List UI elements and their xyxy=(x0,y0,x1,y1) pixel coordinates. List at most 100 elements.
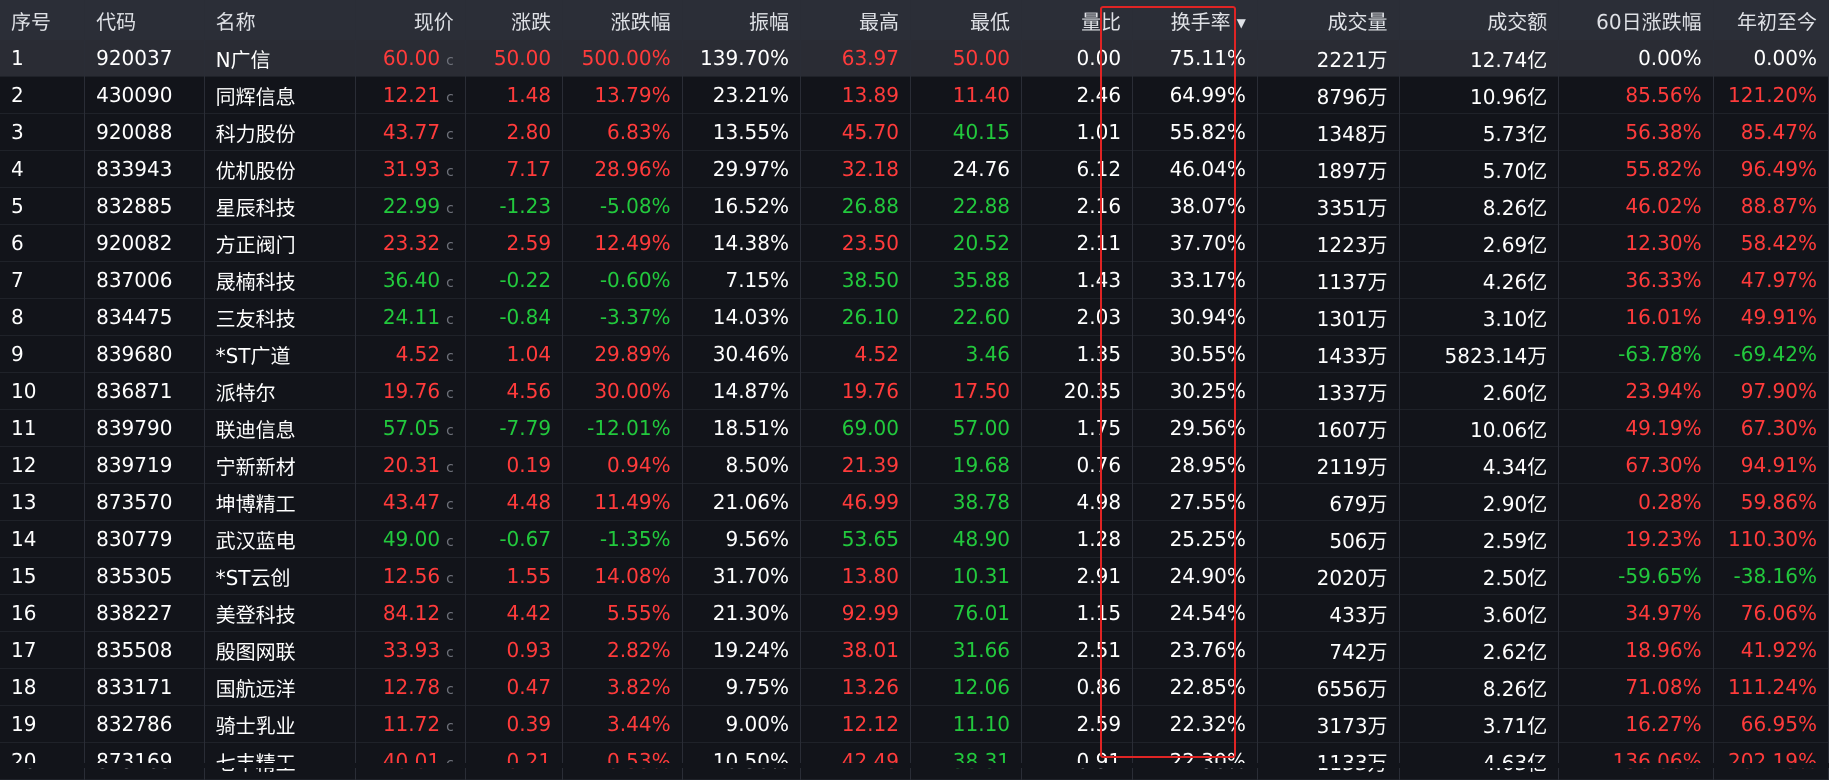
table-row[interactable]: 3 920088 科力股份 43.77 c 2.80 6.83% 13.55% 45.70 40.… xyxy=(0,113,1829,151)
cell-low-value: 48.90 xyxy=(952,527,1011,551)
cell-code: 837006 xyxy=(84,261,205,299)
col-header-volume[interactable]: 成交量 xyxy=(1257,0,1400,40)
table-row[interactable]: 9 839680 *ST广道 4.52 c 1.04 29.89% 30.46% 4.52 3.4… xyxy=(0,335,1829,373)
col-header-60d-change[interactable]: 60日涨跌幅 xyxy=(1558,0,1714,40)
cell-index-value: 7 xyxy=(11,268,24,292)
cell-low-value: 57.00 xyxy=(952,416,1011,440)
cell-high-value: 38.01 xyxy=(841,638,899,662)
col-header-high[interactable]: 最高 xyxy=(800,0,911,40)
price-tag: c xyxy=(446,349,454,365)
cell-turnover-rate-value: 75.11% xyxy=(1169,46,1246,70)
cell-volume-value: 2119万 xyxy=(1316,454,1388,479)
cell-turnover-rate: 30.55% xyxy=(1132,335,1258,373)
table-row[interactable]: 17 835508 殷图网联 33.93 c 0.93 2.82% 19.24% 38.01 31… xyxy=(0,631,1829,669)
cell-code-value: 430090 xyxy=(96,83,173,107)
table-row[interactable]: 13 873570 坤博精工 43.47 c 4.48 11.49% 21.06% 46.99 3… xyxy=(0,483,1829,521)
cell-low-value: 3.46 xyxy=(965,342,1011,366)
col-header-change-pct[interactable]: 涨跌幅 xyxy=(562,0,683,40)
table-row[interactable]: 15 835305 *ST云创 12.56 c 1.55 14.08% 31.70% 13.80… xyxy=(0,557,1829,595)
cell-price: 36.40 c xyxy=(355,261,466,299)
table-row[interactable]: 7 837006 晟楠科技 36.40 c -0.22 -0.60% 7.15% 38.50 35… xyxy=(0,261,1829,299)
table-row[interactable]: 8 834475 三友科技 24.11 c -0.84 -3.37% 14.03% 26.10 2… xyxy=(0,298,1829,336)
cell-index: 1 xyxy=(0,40,86,77)
cell-60d-change-value: 55.82% xyxy=(1625,157,1702,181)
cell-volume-ratio-value: 0.00 xyxy=(1076,46,1122,70)
cell-amount: 12.74亿 xyxy=(1399,40,1560,77)
cell-change-pct: 29.89% xyxy=(562,335,683,373)
cell-volume-value: 1337万 xyxy=(1316,380,1388,405)
table-body: 1 920037 N广信 60.00 c 50.00 500.00% 139.70% 63.97… xyxy=(0,40,1829,780)
cell-60d-change: 12.30% xyxy=(1558,224,1714,262)
col-header-turnover-rate[interactable]: 换手率 ▼ xyxy=(1132,0,1258,40)
cell-volume-ratio: 2.51 xyxy=(1021,631,1134,669)
cell-stock-name: 骑士乳业 xyxy=(204,705,356,743)
cell-code: 839680 xyxy=(84,335,205,373)
table-row[interactable]: 11 839790 联迪信息 57.05 c -7.79 -12.01% 18.51% 69.0… xyxy=(0,409,1829,447)
cell-volume-value: 8796万 xyxy=(1316,84,1388,109)
cell-amplitude-value: 139.70% xyxy=(700,46,790,70)
table-row[interactable]: 19 832786 骑士乳业 11.72 c 0.39 3.44% 9.00% 12.12 11.… xyxy=(0,705,1829,743)
cell-change: -1.23 xyxy=(465,187,564,225)
table-row[interactable]: 20 873169 七丰精工40.01c 0.21 0.53% 10.50% 42.49 38… xyxy=(0,742,1829,780)
cell-60d-change: 36.33% xyxy=(1558,261,1714,299)
cell-amount: 10.96亿 xyxy=(1399,76,1560,114)
col-header-low[interactable]: 最低 xyxy=(910,0,1023,40)
table-row[interactable]: 12 839719 宁新新材 20.31 c 0.19 0.94% 8.50% 21.39 19.… xyxy=(0,446,1829,484)
cell-index-value: 9 xyxy=(11,342,24,366)
table-row[interactable]: 4 833943 优机股份 31.93 c 7.17 28.96% 29.97% 32.18 24… xyxy=(0,150,1829,188)
cell-amount: 4.26亿 xyxy=(1399,261,1560,299)
cell-low-value: 76.01 xyxy=(952,601,1011,625)
cell-amplitude: 14.38% xyxy=(682,224,802,262)
cell-low-value: 12.06 xyxy=(952,675,1011,699)
table-row[interactable]: 5 832885 星辰科技 22.99 c -1.23 -5.08% 16.52% 26.88 2… xyxy=(0,187,1829,225)
col-header-volume-ratio[interactable]: 量比 xyxy=(1021,0,1134,40)
table-row[interactable]: 2 430090 同辉信息 12.21 c 1.48 13.79% 23.21% 13.89 11… xyxy=(0,76,1829,114)
cell-volume-ratio-value: 1.28 xyxy=(1076,527,1122,551)
col-header-name[interactable]: 名称 xyxy=(204,0,356,40)
table-row[interactable]: 18 833171 国航远洋 12.78 c 0.47 3.82% 9.75% 13.26 12.… xyxy=(0,668,1829,706)
price-tag: c xyxy=(446,682,454,698)
cell-low: 24.76 xyxy=(910,150,1023,188)
table-row[interactable]: 14 830779 武汉蓝电 49.00 c -0.67 -1.35% 9.56% 53.65 4… xyxy=(0,520,1829,558)
cell-ytd-value: 94.91% xyxy=(1740,453,1817,477)
col-header-amount[interactable]: 成交额 xyxy=(1399,0,1560,40)
cell-stock-name-value: 方正阀门 xyxy=(215,232,296,257)
price-tag: c xyxy=(446,127,454,143)
cell-price-value: 31.93 xyxy=(382,157,441,181)
cell-change: 1.04 xyxy=(465,335,564,373)
cell-ytd: 49.91% xyxy=(1713,298,1829,336)
cell-amplitude: 19.24% xyxy=(682,631,802,669)
cell-volume-ratio-value: 2.03 xyxy=(1076,305,1122,329)
col-header-change[interactable]: 涨跌 xyxy=(465,0,564,40)
cell-index-value: 5 xyxy=(11,194,24,218)
cell-amount-value: 2.50亿 xyxy=(1482,565,1548,590)
cell-stock-name-value: 星辰科技 xyxy=(215,195,296,220)
cell-ytd-value: 76.06% xyxy=(1740,601,1817,625)
col-header-amplitude[interactable]: 振幅 xyxy=(682,0,802,40)
col-header-price[interactable]: 现价 xyxy=(355,0,466,40)
table-row[interactable]: 10 836871 派特尔 19.76 c 4.56 30.00% 14.87% 19.76 17… xyxy=(0,372,1829,410)
cell-volume: 1137万 xyxy=(1257,261,1400,299)
cell-code-value: 839790 xyxy=(96,416,173,440)
cell-high-value: 45.70 xyxy=(841,120,899,144)
table-row[interactable]: 6 920082 方正阀门 23.32 c 2.59 12.49% 14.38% 23.50 20… xyxy=(0,224,1829,262)
cell-price-value: 43.47 xyxy=(382,490,441,514)
cell-volume-value: 1607万 xyxy=(1316,417,1388,442)
cell-low-value: 24.76 xyxy=(952,157,1011,181)
cell-code-value: 839680 xyxy=(96,342,173,366)
cell-60d-change-value: 71.08% xyxy=(1625,675,1702,699)
cell-volume: 1348万 xyxy=(1257,113,1400,151)
table-row[interactable]: 16 838227 美登科技 84.12 c 4.42 5.55% 21.30% 92.99 76… xyxy=(0,594,1829,632)
cell-high-value: 53.65 xyxy=(841,527,899,551)
col-header-ytd[interactable]: 年初至今 xyxy=(1713,0,1829,40)
cell-60d-change-value: 49.19% xyxy=(1625,416,1702,440)
cell-60d-change: -59.65% xyxy=(1558,557,1714,595)
cell-amplitude-value: 14.38% xyxy=(712,231,790,255)
col-header-index[interactable]: 序号 xyxy=(0,0,86,40)
cell-60d-change: 67.30% xyxy=(1558,446,1714,484)
table-row[interactable]: 1 920037 N广信 60.00 c 50.00 500.00% 139.70% 63.97… xyxy=(0,40,1829,77)
cell-ytd: 67.30% xyxy=(1713,409,1829,447)
cell-code-value: 832786 xyxy=(96,712,173,736)
cell-volume-ratio-value: 4.98 xyxy=(1076,490,1122,514)
col-header-code[interactable]: 代码 xyxy=(84,0,205,40)
